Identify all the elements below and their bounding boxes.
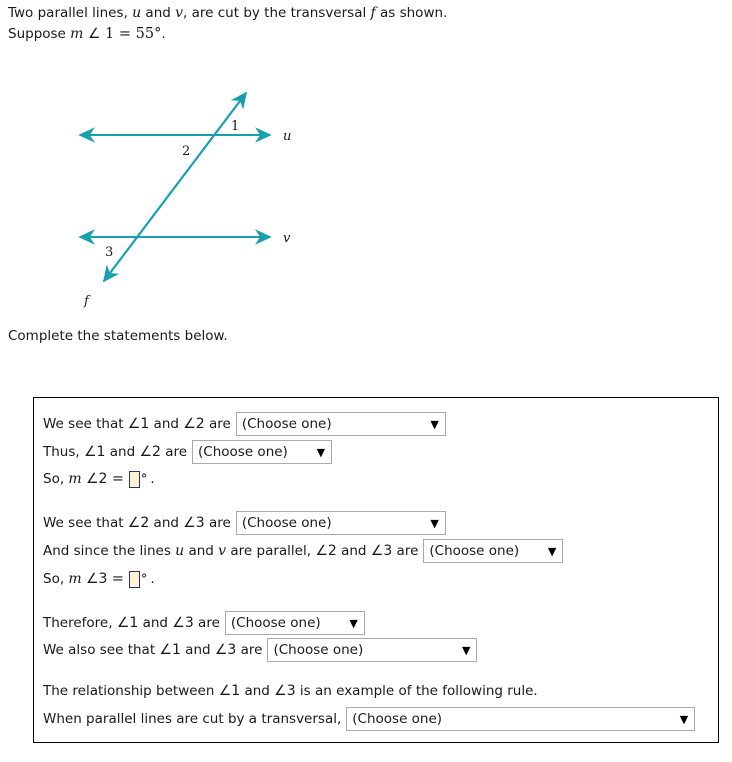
diagram-svg: u v f 1 2 3 — [78, 91, 291, 309]
degree-symbol-angle-3: ° — [140, 571, 148, 587]
dropdown-angles-1-2-relation[interactable]: (Choose one) ▼ — [235, 412, 446, 436]
statement-row-4: We see that ∠2 and ∠3 are (Choose one) ▼ — [43, 510, 446, 536]
statement-row-2: Thus, ∠1 and ∠2 are (Choose one) ▼ — [43, 439, 333, 465]
intro-text-c: , are cut by the transversal — [183, 5, 371, 21]
angle-2-measure-input[interactable] — [128, 470, 140, 488]
chevron-down-icon: ▼ — [316, 445, 326, 459]
intro-text-d: as shown. — [375, 5, 448, 21]
statement-row-5: And since the lines u and v are parallel… — [43, 538, 564, 564]
angle-3-label: 3 — [105, 245, 113, 260]
dropdown-placeholder: (Choose one) — [352, 710, 443, 727]
angle-2-label: 2 — [182, 144, 190, 159]
dropdown-transversal-rule[interactable]: (Choose one) ▼ — [346, 707, 696, 731]
dropdown-angles-1-3-congruence[interactable]: (Choose one) ▼ — [224, 611, 365, 635]
statement-10-text: When parallel lines are cut by a transve… — [43, 711, 342, 727]
dropdown-placeholder: (Choose one) — [429, 542, 520, 559]
statement-row-9: The relationship between ∠1 and ∠3 is an… — [43, 678, 543, 704]
dropdown-angles-1-3-relation[interactable]: (Choose one) ▼ — [267, 638, 478, 662]
statement-1-text: We see that ∠1 and ∠2 are — [43, 416, 231, 432]
statement-7-text: Therefore, ∠1 and ∠3 are — [43, 615, 220, 631]
measure-m-symbol: m — [70, 26, 84, 42]
statement-3-text: So, m ∠2 = — [43, 471, 124, 487]
chevron-down-icon: ▼ — [547, 544, 557, 558]
angle-symbol: ∠ — [83, 26, 101, 42]
statement-row-7: Therefore, ∠1 and ∠3 are (Choose one) ▼ — [43, 610, 365, 636]
angle-1-label: 1 — [231, 119, 239, 134]
statement-2-text: Thus, ∠1 and ∠2 are — [43, 444, 188, 460]
chevron-down-icon: ▼ — [349, 616, 358, 630]
statement-row-10: When parallel lines are cut by a transve… — [43, 706, 696, 732]
statement-4-text: We see that ∠2 and ∠3 are — [43, 515, 231, 531]
chevron-down-icon: ▼ — [679, 712, 689, 726]
chevron-down-icon: ▼ — [430, 417, 439, 431]
dropdown-angles-2-3-congruence[interactable]: (Choose one) ▼ — [423, 539, 564, 563]
degree-symbol-angle-2: ° — [140, 471, 148, 487]
line-v-label-inline: v — [175, 5, 184, 21]
statement-row-6: So, m ∠3 = ° . — [43, 566, 160, 592]
intro-text-b: and — [141, 5, 176, 21]
transversal-f-lower-arrow — [102, 92, 247, 283]
dropdown-angles-1-2-congruence[interactable]: (Choose one) ▼ — [192, 440, 333, 464]
chevron-down-icon: ▼ — [461, 643, 471, 657]
intro-line-2: Suppose m ∠ 1 = 55°. — [8, 26, 166, 42]
intro-line-1: Two parallel lines, u and v, are cut by … — [8, 5, 447, 21]
angle-1-measure-equation: = 55° — [118, 26, 162, 42]
statement-row-1: We see that ∠1 and ∠2 are (Choose one) ▼ — [43, 411, 446, 437]
line-v-label: v — [283, 231, 291, 246]
intro-text-a: Two parallel lines, — [8, 5, 133, 21]
dropdown-placeholder: (Choose one) — [198, 443, 288, 460]
line-u-label-inline: u — [132, 5, 142, 21]
line-u-label: u — [283, 129, 291, 144]
transversal-f-label: f — [83, 294, 91, 309]
statement-row-3: So, m ∠2 = ° . — [43, 466, 160, 492]
intro-line-2-period: . — [161, 26, 166, 42]
dropdown-placeholder: (Choose one) — [241, 415, 332, 432]
statement-3-period: . — [150, 471, 155, 487]
angle-3-measure-input[interactable] — [128, 570, 140, 588]
statement-9-text: The relationship between ∠1 and ∠3 is an… — [43, 683, 538, 699]
suppose-text: Suppose — [8, 26, 71, 42]
angle-1-number: 1 — [100, 26, 119, 42]
statement-6-text: So, m ∠3 = — [43, 571, 124, 587]
dropdown-angles-2-3-relation[interactable]: (Choose one) ▼ — [235, 511, 446, 535]
statement-6-period: . — [150, 571, 155, 587]
dropdown-placeholder: (Choose one) — [230, 614, 321, 631]
answer-panel: We see that ∠1 and ∠2 are (Choose one) ▼… — [33, 397, 719, 743]
complete-statements-prompt: Complete the statements below. — [8, 328, 228, 344]
dropdown-placeholder: (Choose one) — [273, 641, 364, 658]
statement-8-text: We also see that ∠1 and ∠3 are — [43, 642, 263, 658]
parallel-lines-diagram: u v f 1 2 3 — [0, 62, 340, 317]
dropdown-placeholder: (Choose one) — [241, 514, 332, 531]
statement-row-8: We also see that ∠1 and ∠3 are (Choose o… — [43, 637, 478, 663]
chevron-down-icon: ▼ — [430, 516, 439, 530]
statement-5-text: And since the lines u and v are parallel… — [43, 543, 419, 559]
